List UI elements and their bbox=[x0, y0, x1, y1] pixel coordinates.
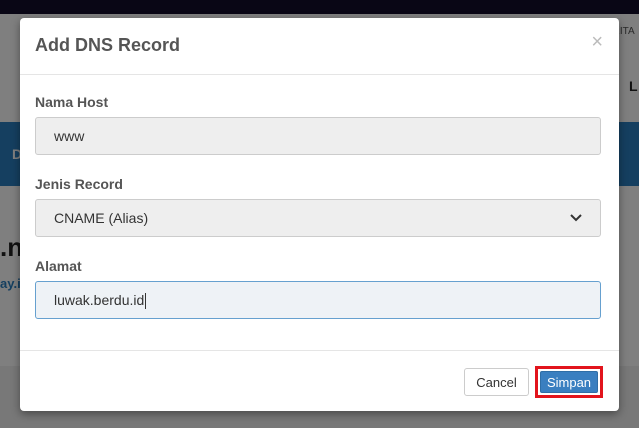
save-button-highlight: Simpan bbox=[535, 366, 603, 398]
host-label: Nama Host bbox=[35, 94, 109, 110]
cancel-button[interactable]: Cancel bbox=[464, 368, 529, 396]
text-cursor bbox=[145, 293, 147, 310]
modal-footer bbox=[20, 350, 619, 412]
address-input[interactable]: luwak.berdu.id bbox=[35, 281, 601, 319]
record-type-label: Jenis Record bbox=[35, 176, 123, 192]
address-input-value: luwak.berdu.id bbox=[54, 292, 145, 308]
add-dns-record-modal: Add DNS Record × Nama Host www Jenis Rec… bbox=[20, 18, 619, 411]
chevron-down-icon bbox=[570, 200, 582, 236]
close-button[interactable]: × bbox=[591, 32, 603, 52]
host-input[interactable]: www bbox=[35, 117, 601, 155]
modal-header: Add DNS Record × bbox=[20, 18, 619, 75]
record-type-select[interactable]: CNAME (Alias) bbox=[35, 199, 601, 237]
record-type-selected-value: CNAME (Alias) bbox=[54, 210, 149, 226]
host-input-value: www bbox=[54, 128, 85, 144]
modal-title: Add DNS Record bbox=[35, 35, 181, 55]
address-label: Alamat bbox=[35, 258, 82, 274]
save-button[interactable]: Simpan bbox=[540, 371, 598, 393]
